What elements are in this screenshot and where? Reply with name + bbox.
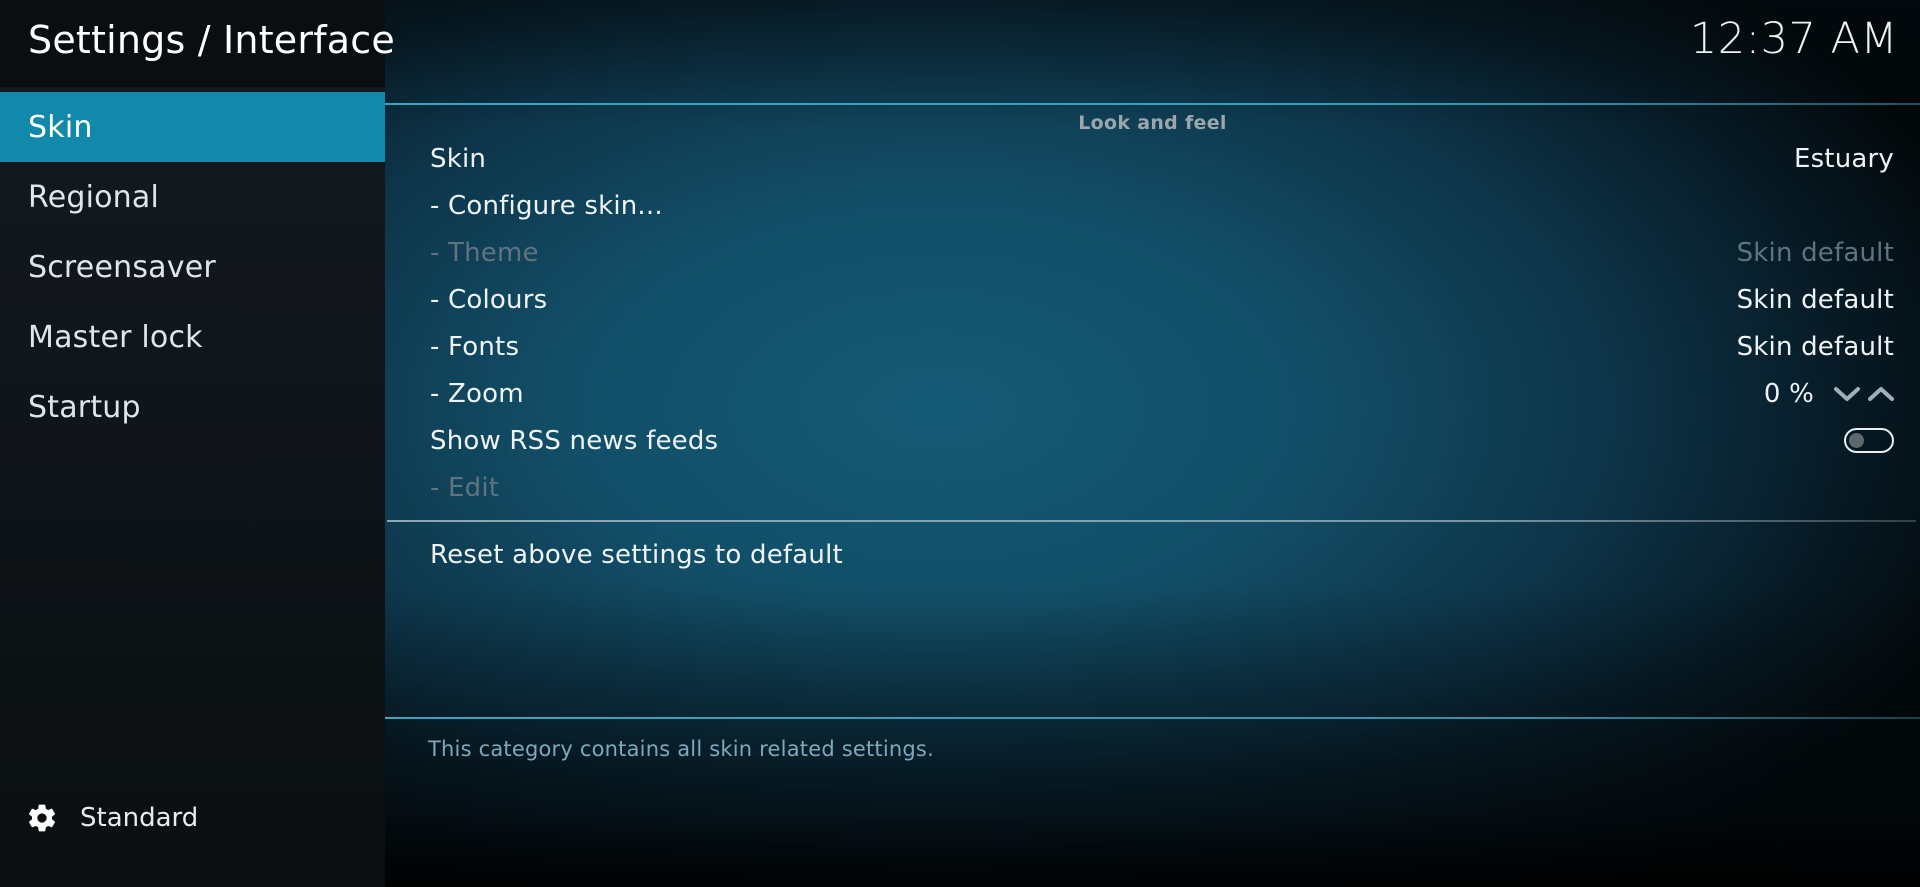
content-top-divider: [385, 103, 1920, 105]
rss-toggle[interactable]: [1844, 428, 1894, 453]
setting-row-theme: - Theme Skin default: [385, 229, 1920, 276]
setting-row-configure-skin[interactable]: - Configure skin...: [385, 182, 1920, 229]
chevron-up-icon[interactable]: [1868, 386, 1894, 402]
setting-control[interactable]: Estuary: [1794, 135, 1894, 182]
setting-row-zoom[interactable]: - Zoom 0 %: [385, 370, 1920, 417]
sidebar-item-skin[interactable]: Skin: [0, 92, 385, 162]
setting-row-show-rss-news-feeds[interactable]: Show RSS news feeds: [385, 417, 1920, 464]
sidebar-item-screensaver[interactable]: Screensaver: [0, 232, 385, 302]
setting-row-colours[interactable]: - Colours Skin default: [385, 276, 1920, 323]
setting-row-skin[interactable]: Skin Estuary: [385, 135, 1920, 182]
clock: 12:37 AM: [1689, 14, 1898, 64]
settings-section-divider: [387, 520, 1916, 522]
sidebar-item-label: Skin: [28, 109, 93, 145]
toggle-knob: [1849, 433, 1864, 448]
setting-row-fonts[interactable]: - Fonts Skin default: [385, 323, 1920, 370]
setting-label: - Edit: [430, 472, 500, 503]
sidebar-category-list: Skin Regional Screensaver Master lock St…: [0, 87, 385, 442]
setting-label: Reset above settings to default: [430, 539, 843, 570]
setting-row-edit: - Edit: [385, 464, 1920, 511]
setting-row-reset-to-default[interactable]: Reset above settings to default: [385, 531, 1920, 578]
gear-icon: [26, 802, 58, 834]
kodi-settings-screen: Settings / Interface 12:37 AM Skin Regio…: [0, 0, 1920, 887]
zoom-spinner[interactable]: [1834, 386, 1894, 402]
settings-group-title: Look and feel: [1078, 112, 1227, 134]
setting-label: - Colours: [430, 284, 548, 315]
setting-label: Skin: [430, 143, 487, 174]
setting-label: - Configure skin...: [430, 190, 663, 221]
setting-control[interactable]: 0 %: [1764, 370, 1894, 417]
setting-label: Show RSS news feeds: [430, 425, 719, 456]
setting-value: Skin default: [1736, 237, 1894, 268]
category-description: This category contains all skin related …: [428, 737, 934, 761]
sidebar-item-startup[interactable]: Startup: [0, 372, 385, 442]
sidebar-item-label: Startup: [28, 389, 141, 425]
settings-level-selector[interactable]: Standard: [0, 787, 385, 849]
sidebar-item-regional[interactable]: Regional: [0, 162, 385, 232]
sidebar-item-master-lock[interactable]: Master lock: [0, 302, 385, 372]
chevron-down-icon[interactable]: [1834, 386, 1860, 402]
sidebar-item-label: Regional: [28, 179, 160, 215]
setting-value: Skin default: [1736, 284, 1894, 315]
footer-top-divider: [385, 717, 1920, 719]
setting-control[interactable]: Skin default: [1737, 276, 1894, 323]
setting-control[interactable]: [1844, 417, 1894, 464]
settings-list: Skin Estuary - Configure skin... - Theme…: [385, 135, 1920, 578]
settings-level-label: Standard: [80, 803, 199, 833]
sidebar-item-label: Master lock: [28, 319, 203, 355]
sidebar: Skin Regional Screensaver Master lock St…: [0, 87, 385, 887]
setting-label: - Zoom: [430, 378, 524, 409]
sidebar-item-label: Screensaver: [28, 249, 216, 285]
setting-value: 0 %: [1763, 378, 1814, 409]
setting-value: Skin default: [1736, 331, 1894, 362]
setting-control[interactable]: Skin default: [1737, 323, 1894, 370]
page-title: Settings / Interface: [28, 18, 395, 62]
setting-label: - Theme: [430, 237, 539, 268]
footer-description-panel: This category contains all skin related …: [385, 717, 1920, 887]
setting-value: Estuary: [1793, 143, 1894, 174]
header-bar: Settings / Interface 12:37 AM: [0, 0, 1920, 87]
setting-control: Skin default: [1737, 229, 1894, 276]
setting-label: - Fonts: [430, 331, 520, 362]
